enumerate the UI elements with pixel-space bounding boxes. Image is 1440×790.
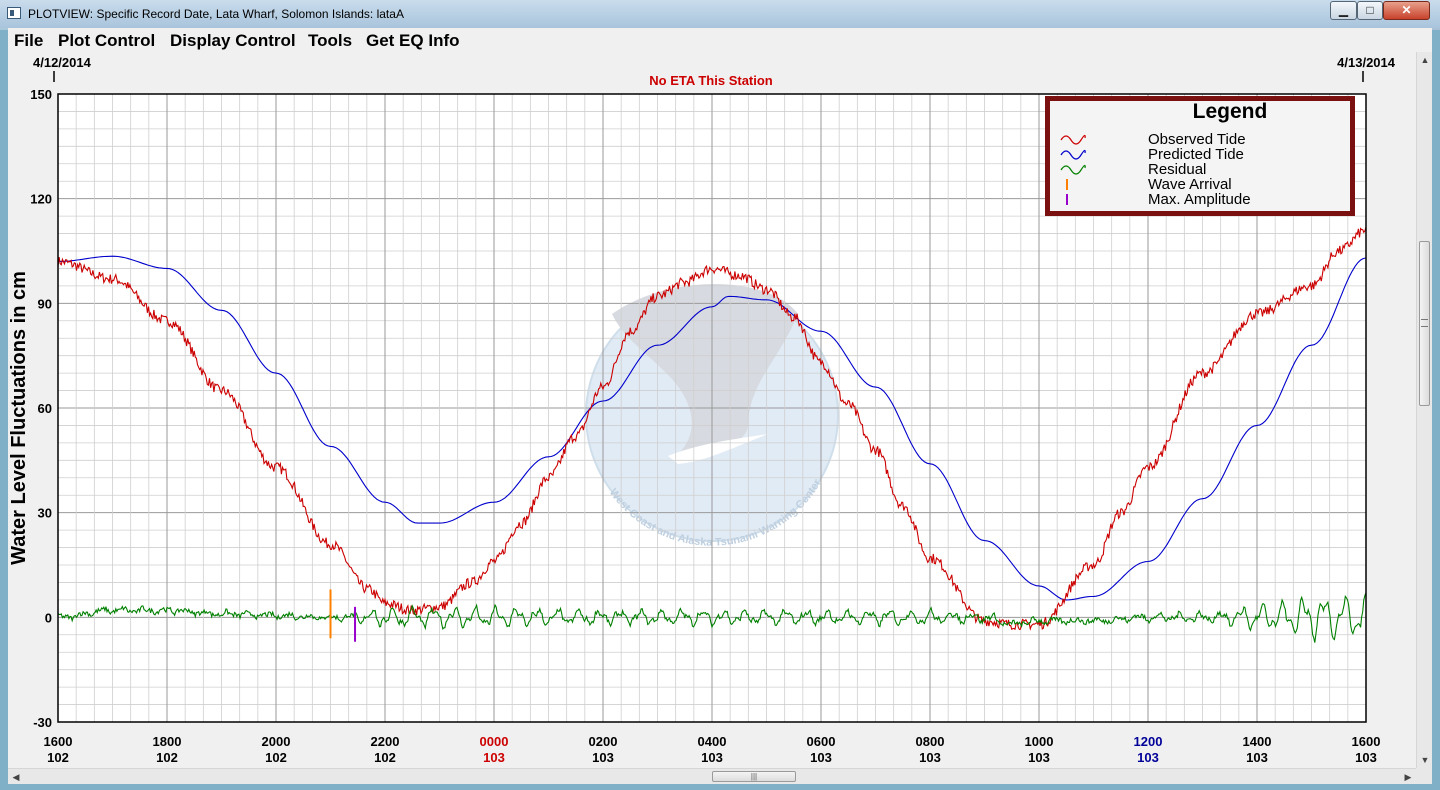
scroll-down-arrow[interactable]: ▼ bbox=[1417, 752, 1433, 768]
x-tick-day-label: 103 bbox=[592, 750, 614, 765]
scroll-right-arrow[interactable]: ▶ bbox=[1400, 769, 1416, 785]
menu-display-control[interactable]: Display Control bbox=[170, 31, 296, 51]
x-tick-day-label: 102 bbox=[374, 750, 396, 765]
y-tick-label: 0 bbox=[45, 610, 52, 625]
horizontal-scroll-thumb[interactable]: ||| bbox=[712, 771, 796, 782]
x-tick-time-label: 1200 bbox=[1134, 734, 1163, 749]
x-tick-time-label: 1800 bbox=[153, 734, 182, 749]
x-tick-day-label: 102 bbox=[156, 750, 178, 765]
legend-title: Legend bbox=[1193, 100, 1268, 123]
close-button[interactable]: ✕ bbox=[1383, 1, 1430, 20]
x-tick-day-label: 103 bbox=[1137, 750, 1159, 765]
menu-plot-control[interactable]: Plot Control bbox=[58, 31, 155, 51]
x-tick-day-label: 102 bbox=[47, 750, 69, 765]
x-tick-time-label: 0600 bbox=[807, 734, 836, 749]
vertical-scrollbar[interactable]: ▲ ▼ bbox=[1416, 52, 1432, 768]
legend-label: Max. Amplitude bbox=[1148, 191, 1251, 208]
x-tick-day-label: 103 bbox=[1246, 750, 1268, 765]
end-date-label: 4/13/2014 bbox=[1337, 55, 1396, 70]
y-axis-ticks: 150 120 90 60 30 0 -30 bbox=[30, 87, 52, 730]
y-tick-label: 30 bbox=[38, 506, 52, 521]
y-tick-label: 150 bbox=[30, 87, 52, 102]
y-axis-label: Water Level Fluctuations in cm bbox=[8, 271, 30, 565]
x-tick-time-label: 1600 bbox=[44, 734, 73, 749]
x-tick-time-label: 1000 bbox=[1025, 734, 1054, 749]
title-bar[interactable]: PLOTVIEW: Specific Record Date, Lata Wha… bbox=[0, 0, 1440, 28]
x-tick-day-label: 103 bbox=[1028, 750, 1050, 765]
tide-chart: 4/12/2014 4/13/2014 No ETA This Station … bbox=[8, 55, 1396, 765]
y-tick-label: 90 bbox=[38, 296, 52, 311]
x-tick-time-label: 0400 bbox=[698, 734, 727, 749]
scroll-left-arrow[interactable]: ◀ bbox=[8, 769, 24, 785]
horizontal-scrollbar[interactable]: ◀ ||| ▶ bbox=[8, 768, 1416, 784]
x-tick-day-label: 102 bbox=[265, 750, 287, 765]
window-title: PLOTVIEW: Specific Record Date, Lata Wha… bbox=[28, 7, 404, 21]
x-tick-time-label: 1400 bbox=[1243, 734, 1272, 749]
eta-note: No ETA This Station bbox=[649, 73, 773, 88]
chart-legend: Legend Observed TidePredicted TideResidu… bbox=[1045, 96, 1355, 216]
x-tick-day-label: 103 bbox=[919, 750, 941, 765]
y-tick-label: -30 bbox=[33, 715, 52, 730]
vertical-scroll-thumb[interactable] bbox=[1419, 241, 1430, 406]
maximize-button[interactable]: □ bbox=[1357, 1, 1383, 20]
x-tick-day-label: 103 bbox=[701, 750, 723, 765]
chart-area: 4/12/2014 4/13/2014 No ETA This Station … bbox=[8, 52, 1416, 768]
x-tick-time-label: 0200 bbox=[589, 734, 618, 749]
x-tick-time-label: 0000 bbox=[480, 734, 509, 749]
y-tick-label: 120 bbox=[30, 192, 52, 207]
x-tick-time-label: 2200 bbox=[371, 734, 400, 749]
start-date-label: 4/12/2014 bbox=[33, 55, 92, 70]
menu-tools[interactable]: Tools bbox=[308, 31, 352, 51]
menu-bar: File Plot Control Display Control Tools … bbox=[8, 28, 1432, 52]
x-tick-day-label: 103 bbox=[810, 750, 832, 765]
y-tick-label: 60 bbox=[38, 401, 52, 416]
x-axis-ticks: 1600102180010220001022200102000010302001… bbox=[44, 734, 1381, 765]
x-tick-day-label: 103 bbox=[1355, 750, 1377, 765]
x-tick-time-label: 0800 bbox=[916, 734, 945, 749]
x-tick-time-label: 2000 bbox=[262, 734, 291, 749]
menu-file[interactable]: File bbox=[14, 31, 43, 51]
minimize-button[interactable]: ▁ bbox=[1330, 1, 1357, 20]
x-tick-day-label: 103 bbox=[483, 750, 505, 765]
plotview-window: PLOTVIEW: Specific Record Date, Lata Wha… bbox=[0, 0, 1440, 790]
x-tick-time-label: 1600 bbox=[1352, 734, 1381, 749]
scrollbar-corner bbox=[1416, 768, 1432, 784]
app-icon[interactable] bbox=[7, 7, 21, 19]
scroll-grip-icon bbox=[1421, 319, 1428, 327]
scroll-up-arrow[interactable]: ▲ bbox=[1417, 52, 1433, 68]
menu-get-eq-info[interactable]: Get EQ Info bbox=[366, 31, 460, 51]
client-area: File Plot Control Display Control Tools … bbox=[8, 28, 1432, 784]
